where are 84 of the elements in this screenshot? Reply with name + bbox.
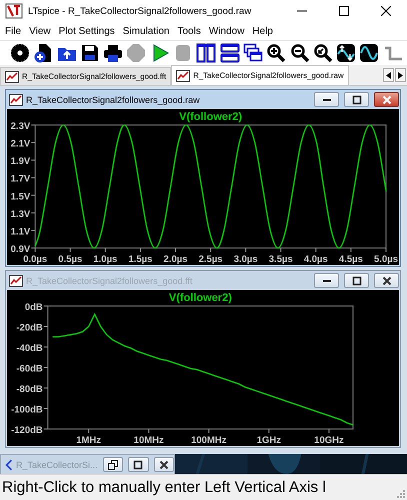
- tick-label: 1.0µs: [93, 254, 118, 265]
- close-icon: [381, 6, 391, 16]
- rows-icon[interactable]: [220, 43, 240, 63]
- tick-label: 0.9V: [10, 244, 30, 255]
- tick-label: 4.5µs: [338, 254, 363, 265]
- close-button[interactable]: [154, 457, 174, 472]
- chart-title: V(follower2): [168, 292, 232, 304]
- status-text: Right-Click to manually enter Left Vertical Axis l: [2, 478, 326, 496]
- printer-icon[interactable]: [103, 43, 124, 63]
- tick-label: 100MHz: [191, 435, 226, 446]
- maximize-icon: [339, 6, 349, 16]
- tick-label: 1.5V: [10, 191, 30, 202]
- minimize-button[interactable]: [314, 92, 339, 107]
- resize-grip-icon[interactable]: [396, 489, 405, 498]
- menu-item[interactable]: File: [1, 26, 26, 36]
- tick-label: -60dB: [16, 364, 43, 374]
- tick-label: 1MHz: [76, 435, 102, 446]
- zoom-out-icon[interactable]: [290, 43, 310, 63]
- close-icon: [158, 458, 170, 470]
- sine-wave-icon[interactable]: [359, 43, 380, 63]
- tick-label: 10GHz: [314, 435, 344, 446]
- tick-label: 1.5µs: [128, 254, 152, 265]
- close-icon: [380, 274, 392, 286]
- tick-label: 1GHz: [256, 435, 282, 446]
- menu-item[interactable]: View: [25, 26, 55, 36]
- tick-label: 4.0µs: [304, 254, 328, 265]
- tick-label: 0.5µs: [58, 254, 82, 265]
- maximize-button[interactable]: [344, 273, 369, 288]
- window-title: R_TakeCollectorSi...: [16, 460, 98, 470]
- restore-button[interactable]: [102, 457, 124, 472]
- close-button[interactable]: [374, 92, 399, 107]
- minimize-button[interactable]: [314, 273, 339, 288]
- tick-label: 0dB: [24, 302, 43, 313]
- tick-label: 2.3V: [10, 121, 30, 132]
- tick-label: 1.1V: [10, 226, 30, 238]
- tick-label: 0.0µs: [23, 254, 48, 265]
- zoom-fit-icon[interactable]: [312, 43, 333, 63]
- chart-icon: [9, 94, 23, 106]
- tick-label: -20dB: [16, 322, 43, 334]
- menu-item[interactable]: Simulation: [118, 26, 174, 36]
- scroll-left-button[interactable]: [383, 68, 394, 82]
- tick-label: 1.3V: [10, 208, 30, 220]
- maximize-icon: [132, 458, 144, 470]
- maximize-icon: [350, 94, 362, 106]
- tick-label: -40dB: [16, 343, 43, 354]
- maximize-button[interactable]: [128, 457, 149, 472]
- restore-icon: [106, 458, 119, 470]
- tick-label: 5.0µs: [374, 254, 398, 265]
- menu-item[interactable]: Help: [248, 26, 277, 36]
- tick-label: -80dB: [16, 384, 43, 395]
- caret-right-icon: [398, 72, 403, 78]
- chart-title: V(follower2): [179, 111, 242, 123]
- window-title: LTspice - R_TakeCollectorSignal2followers_good.raw: [28, 6, 252, 16]
- tick-label: 2.0µs: [164, 254, 188, 265]
- scroll-right-button[interactable]: [395, 68, 406, 82]
- tick-label: -120dB: [11, 425, 43, 436]
- wave-arrows-icon[interactable]: [336, 43, 356, 63]
- tick-label: 10MHz: [134, 435, 164, 446]
- tick-label: -100dB: [11, 404, 43, 416]
- maximize-button[interactable]: [344, 92, 369, 107]
- tick-label: 3.5µs: [268, 254, 293, 265]
- chart-icon: [176, 70, 190, 82]
- close-button[interactable]: [374, 273, 399, 288]
- columns-icon[interactable]: [196, 43, 216, 63]
- chart-icon: [5, 70, 19, 82]
- app-icon: [5, 3, 23, 19]
- caret-left-icon: [386, 72, 391, 78]
- new-document-icon[interactable]: [33, 43, 54, 63]
- chart-icon: [9, 274, 23, 286]
- tick-label: 2.1V: [10, 138, 30, 150]
- menu-item[interactable]: Window: [204, 26, 248, 36]
- zoom-in-icon[interactable]: [266, 43, 286, 63]
- tick-label: 1.7V: [10, 174, 30, 185]
- menu-item[interactable]: Tools: [173, 26, 205, 36]
- tick-label: 1.9V: [10, 156, 30, 168]
- menu-item[interactable]: Plot Settings: [54, 26, 119, 36]
- settings-icon[interactable]: [10, 43, 30, 63]
- maximize-icon: [350, 274, 362, 286]
- cascade-windows-icon[interactable]: [242, 43, 263, 63]
- tick-label: 3.0µs: [234, 254, 258, 265]
- window-title: R_TakeCollectorSignal2followers_good.raw: [26, 94, 200, 104]
- chevron-icon: [5, 458, 14, 472]
- close-icon: [380, 94, 392, 106]
- tick-label: 2.5µs: [198, 254, 223, 265]
